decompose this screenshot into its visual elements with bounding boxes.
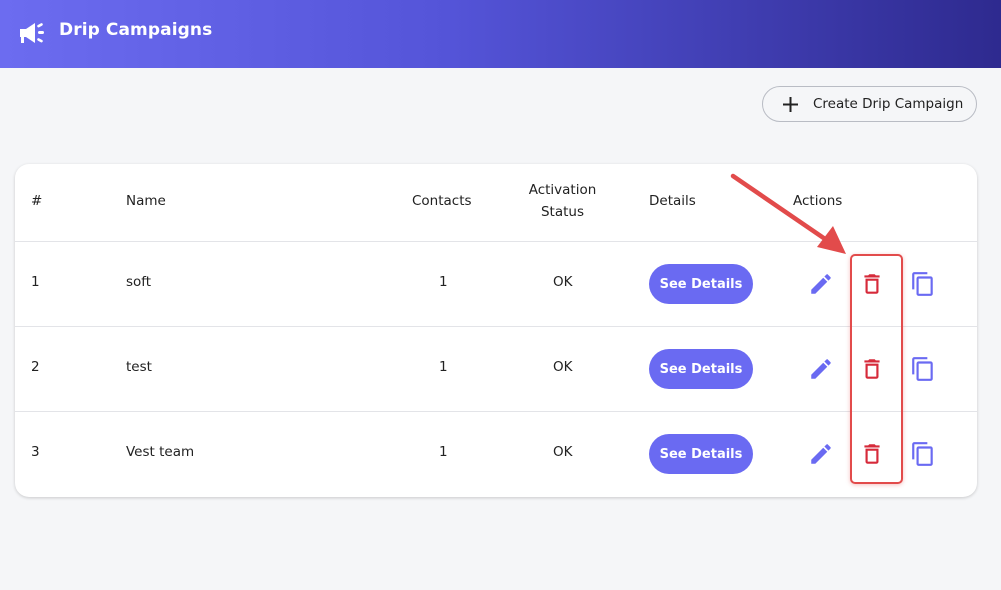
megaphone-icon bbox=[20, 23, 44, 43]
create-drip-campaign-button[interactable]: Create Drip Campaign bbox=[762, 86, 977, 122]
row-contacts: 1 bbox=[439, 359, 448, 375]
row-name: soft bbox=[126, 274, 152, 290]
column-header-activation-status: Activation Status bbox=[520, 179, 605, 223]
column-header-number: # bbox=[31, 193, 43, 209]
row-number: 2 bbox=[31, 359, 40, 375]
campaigns-table: # Name Contacts Activation Status Detail… bbox=[15, 164, 977, 497]
row-divider bbox=[15, 411, 977, 412]
plus-icon bbox=[783, 97, 798, 112]
row-divider bbox=[15, 326, 977, 327]
copy-icon[interactable] bbox=[910, 356, 936, 382]
row-name: Vest team bbox=[126, 444, 195, 460]
copy-icon[interactable] bbox=[910, 441, 936, 467]
column-header-actions: Actions bbox=[793, 193, 843, 209]
edit-icon[interactable] bbox=[808, 441, 834, 467]
row-status: OK bbox=[553, 359, 573, 375]
delete-highlight-box bbox=[850, 254, 903, 484]
row-name: test bbox=[126, 359, 152, 375]
column-header-name: Name bbox=[126, 193, 166, 209]
see-details-button[interactable]: See Details bbox=[649, 264, 753, 304]
activation-header-line1: Activation bbox=[528, 182, 597, 198]
copy-icon[interactable] bbox=[910, 271, 936, 297]
row-status: OK bbox=[553, 444, 573, 460]
column-header-details: Details bbox=[649, 193, 696, 209]
activation-header-line2: Status bbox=[540, 204, 585, 220]
header-divider bbox=[15, 241, 977, 242]
create-button-label: Create Drip Campaign bbox=[813, 96, 964, 112]
row-number: 3 bbox=[31, 444, 40, 460]
row-number: 1 bbox=[31, 274, 40, 290]
row-status: OK bbox=[553, 274, 573, 290]
column-header-contacts: Contacts bbox=[412, 193, 472, 209]
row-contacts: 1 bbox=[439, 444, 448, 460]
edit-icon[interactable] bbox=[808, 356, 834, 382]
app-header: Drip Campaigns bbox=[0, 0, 1001, 68]
edit-icon[interactable] bbox=[808, 271, 834, 297]
see-details-button[interactable]: See Details bbox=[649, 434, 753, 474]
row-contacts: 1 bbox=[439, 274, 448, 290]
page-title: Drip Campaigns bbox=[59, 20, 213, 40]
see-details-button[interactable]: See Details bbox=[649, 349, 753, 389]
